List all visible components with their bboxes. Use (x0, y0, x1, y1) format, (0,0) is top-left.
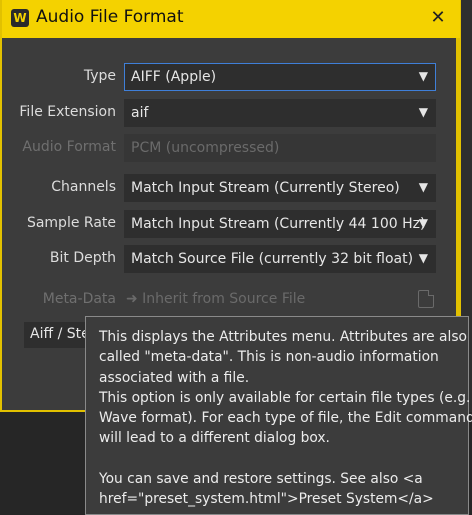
sample-rate-row: Sample Rate Match Input Stream (Currentl… (2, 210, 460, 238)
tooltip: This displays the Attributes menu. Attri… (85, 316, 472, 515)
chevron-down-icon: ▼ (418, 105, 428, 119)
bit-depth-dropdown[interactable]: Match Source File (currently 32 bit floa… (124, 245, 436, 273)
chevron-down-icon: ▼ (418, 216, 428, 230)
chevron-down-icon: ▼ (418, 69, 428, 83)
tooltip-line: This option is only available for certai… (99, 389, 471, 406)
audio-format-row: Audio Format PCM (uncompressed) (2, 134, 460, 162)
tooltip-line (99, 449, 460, 469)
bit-depth-label: Bit Depth (49, 250, 116, 266)
channels-row: Channels Match Input Stream (Currently S… (2, 174, 460, 202)
chevron-down-icon: ▼ (418, 251, 428, 265)
channels-label: Channels (51, 179, 116, 195)
type-label: Type (83, 68, 116, 84)
tooltip-line: You can save and restore settings. See a… (99, 471, 423, 488)
tooltip-line: This displays the Attributes menu. Attri… (99, 329, 467, 345)
close-icon[interactable]: ✕ (426, 6, 450, 30)
tooltip-line: called "meta-data". This is non-audio in… (99, 349, 439, 366)
tooltip-line: will lead to a different dialog box. (99, 430, 330, 447)
bit-depth-value: Match Source File (currently 32 bit floa… (131, 251, 414, 267)
file-extension-value: aif (131, 105, 149, 121)
file-extension-label: File Extension (19, 104, 116, 120)
edit-document-icon (418, 290, 434, 308)
sample-rate-value: Match Input Stream (Currently 44 100 Hz) (131, 216, 426, 232)
bit-depth-row: Bit Depth Match Source File (currently 3… (2, 245, 460, 273)
type-row: Type AIFF (Apple) ▼ (2, 63, 460, 91)
title-bar[interactable]: W Audio File Format ✕ (2, 0, 460, 38)
file-extension-dropdown[interactable]: aif ▼ (124, 99, 436, 127)
tooltip-line: associated with a file. (99, 369, 250, 386)
type-dropdown[interactable]: AIFF (Apple) ▼ (124, 63, 436, 91)
meta-data-row: Meta-Data ➜ Inherit from Source File (2, 286, 460, 314)
tooltip-line: Wave format). For each type of file, the… (99, 410, 472, 427)
sample-rate-label: Sample Rate (26, 215, 116, 231)
preset-label: Aiff / Ste (30, 326, 90, 342)
meta-data-label: Meta-Data (42, 291, 116, 307)
file-extension-row: File Extension aif ▼ (2, 99, 460, 127)
audio-format-label: Audio Format (22, 139, 116, 155)
tooltip-line: href="preset_system.html">Preset System<… (99, 491, 434, 508)
app-logo-icon: W (11, 9, 29, 27)
audio-format-dropdown: PCM (uncompressed) (124, 134, 436, 162)
channels-dropdown[interactable]: Match Input Stream (Currently Stereo) ▼ (124, 174, 436, 202)
sample-rate-dropdown[interactable]: Match Input Stream (Currently 44 100 Hz)… (124, 210, 436, 238)
preset-button[interactable]: Aiff / Ste (24, 322, 94, 348)
dialog-title: Audio File Format (36, 7, 184, 27)
meta-data-value: ➜ Inherit from Source File (126, 291, 306, 307)
chevron-down-icon: ▼ (418, 180, 428, 194)
audio-format-value: PCM (uncompressed) (131, 140, 280, 156)
type-value: AIFF (Apple) (131, 69, 217, 85)
channels-value: Match Input Stream (Currently Stereo) (131, 180, 400, 196)
